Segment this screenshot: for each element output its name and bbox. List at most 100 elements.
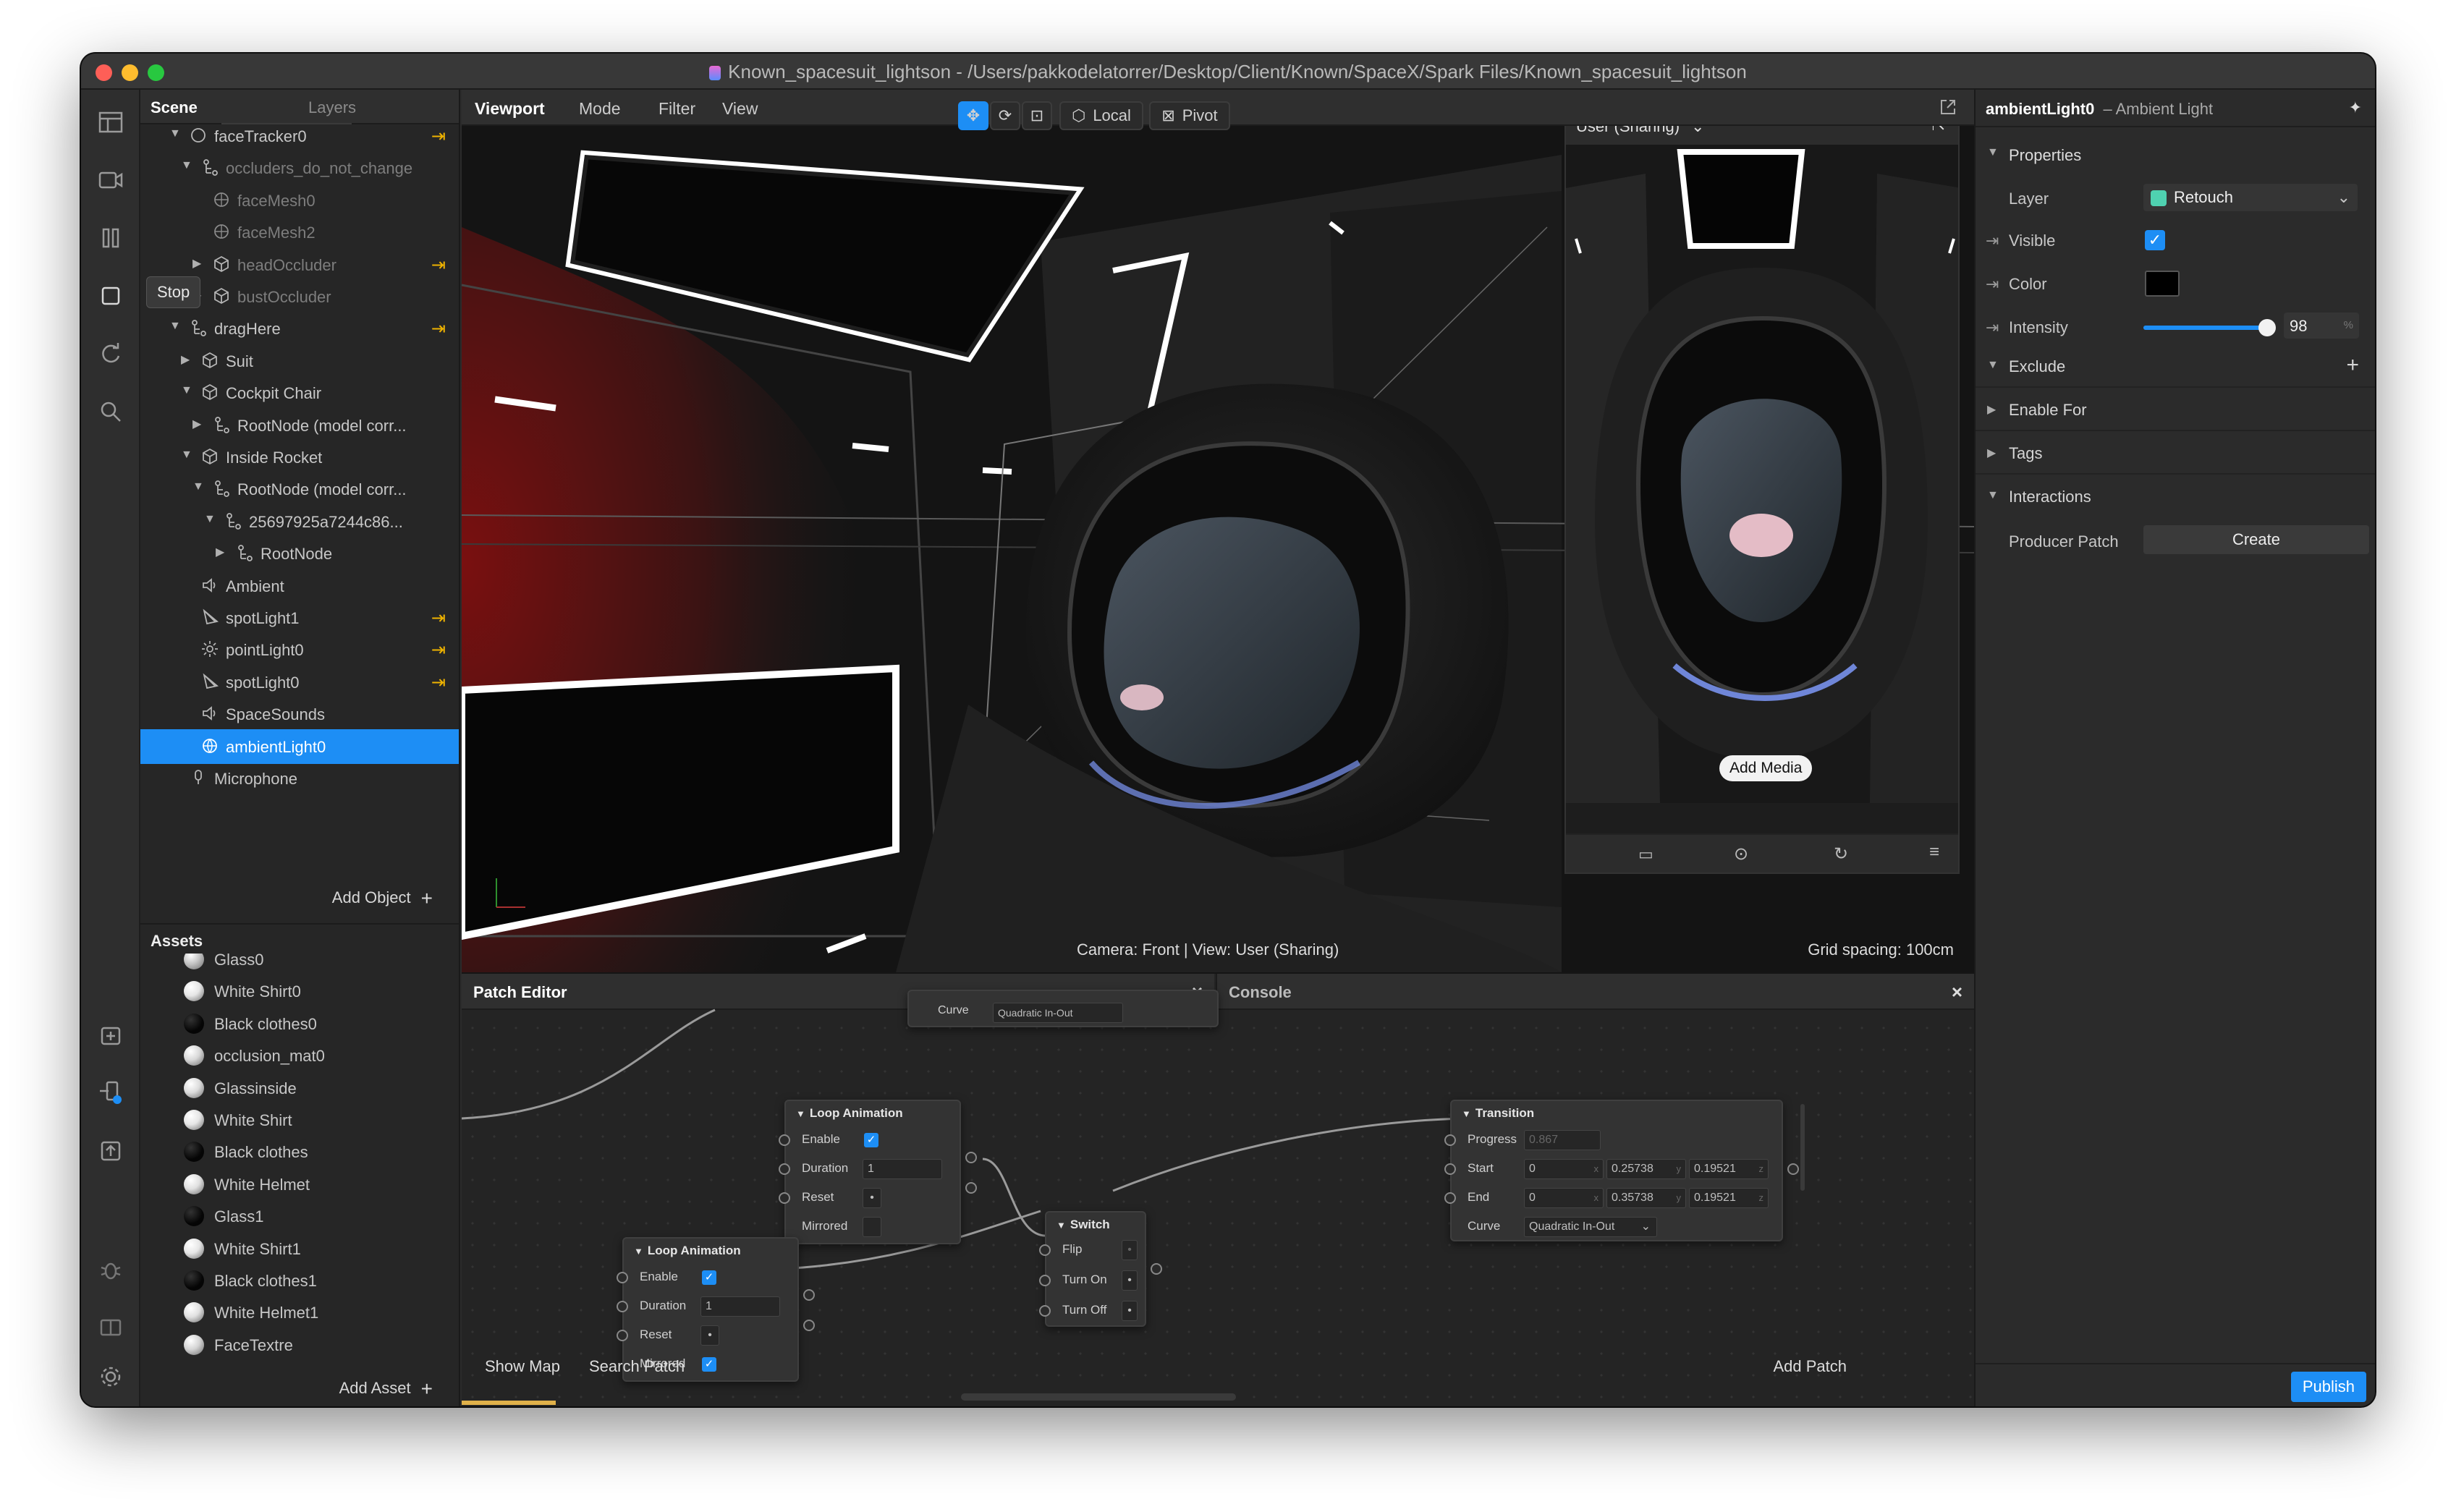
enable-checkbox[interactable]: ✓ xyxy=(864,1133,878,1147)
pop-out-icon[interactable] xyxy=(1939,98,1957,116)
input-port[interactable] xyxy=(1444,1163,1456,1175)
intensity-slider[interactable] xyxy=(2143,319,2276,336)
asset-item[interactable]: Black clothes xyxy=(140,1134,459,1169)
collapse-arrow-icon[interactable]: ▼ xyxy=(634,1246,643,1257)
scene-tree-item[interactable]: Ambient xyxy=(140,569,459,603)
search-icon[interactable] xyxy=(96,396,126,427)
keyframe-arrow-icon[interactable]: ⇥ xyxy=(1986,275,1999,294)
video-icon[interactable]: ▭ xyxy=(1638,845,1653,864)
viewport-layout-icon[interactable] xyxy=(96,107,126,137)
start-z-input[interactable]: 0.19521 z xyxy=(1689,1159,1769,1179)
collapse-arrow-icon[interactable]: ▼ xyxy=(1462,1108,1471,1119)
menu-icon[interactable]: ≡ xyxy=(1929,842,1939,862)
scene-tree-item[interactable]: ▼ Cockpit Chair xyxy=(140,375,459,410)
asset-item[interactable]: occlusion_mat0 xyxy=(140,1038,459,1073)
add-object-button[interactable]: Add Object + xyxy=(332,887,433,910)
patch-node-partial[interactable]: Curve Quadratic In-Out xyxy=(907,990,1219,1027)
magic-wand-icon[interactable]: ✦ xyxy=(2349,98,2362,117)
scene-tree-item[interactable]: ▼ faceTracker0 ⇥ xyxy=(140,124,459,153)
end-y-input[interactable]: 0.35738 y xyxy=(1606,1188,1686,1208)
scene-tree-item[interactable]: ▶ Suit xyxy=(140,344,459,378)
input-port[interactable] xyxy=(617,1330,628,1341)
chevron-down-icon[interactable]: ▼ xyxy=(181,384,192,397)
show-map-button[interactable]: Show Map xyxy=(485,1357,560,1376)
add-device-icon[interactable] xyxy=(96,1020,126,1050)
scene-tree-item[interactable]: ▼ RootNode (model corr... xyxy=(140,472,459,506)
input-port[interactable] xyxy=(1039,1305,1051,1317)
input-port[interactable] xyxy=(617,1272,628,1283)
reset-pulse[interactable]: • xyxy=(700,1325,719,1346)
debug-icon[interactable] xyxy=(96,1254,126,1285)
asset-item[interactable]: Black clothes0 xyxy=(140,1006,459,1041)
move-tool-icon[interactable]: ✥ xyxy=(958,101,988,130)
input-port[interactable] xyxy=(779,1134,790,1146)
chevron-right-icon[interactable]: ▶ xyxy=(192,417,201,431)
output-port[interactable] xyxy=(1787,1163,1799,1175)
start-y-input[interactable]: 0.25738 y xyxy=(1606,1159,1686,1179)
menu-filter[interactable]: Filter xyxy=(659,99,695,119)
scene-tree-item[interactable]: ambientLight0 xyxy=(140,729,459,764)
stop-icon[interactable] xyxy=(96,281,126,311)
viewport[interactable]: Viewport Mode Filter View ✥ ⟳ ⊡ ⬡ Local … xyxy=(462,90,1974,972)
restart-icon[interactable] xyxy=(96,339,126,369)
patch-link-icon[interactable]: ⇥ xyxy=(431,126,446,147)
menu-mode[interactable]: Mode xyxy=(579,99,621,119)
pivot-toggle[interactable]: ⊠ Pivot xyxy=(1149,101,1230,130)
keyframe-arrow-icon[interactable]: ⇥ xyxy=(1986,318,1999,337)
scene-tree-item[interactable]: spotLight0 ⇥ xyxy=(140,665,459,700)
test-icon[interactable] xyxy=(96,1312,126,1343)
tab-scene[interactable]: Scene xyxy=(151,98,198,117)
turn-off-pulse[interactable]: • xyxy=(1122,1301,1138,1321)
input-port[interactable] xyxy=(617,1301,628,1312)
menu-view[interactable]: View xyxy=(722,99,758,119)
chevron-right-icon[interactable]: ▶ xyxy=(216,545,224,559)
chevron-down-icon[interactable]: ▼ xyxy=(181,449,192,462)
input-port[interactable] xyxy=(1039,1244,1051,1256)
exclude-section[interactable]: ▼ Exclude + xyxy=(1976,344,2375,388)
curve-select[interactable]: Quadratic In-Out ⌄ xyxy=(1524,1217,1657,1237)
scene-tree-item[interactable]: ▶ RootNode (model corr... xyxy=(140,408,459,443)
visible-checkbox[interactable]: ✓ xyxy=(2145,230,2165,250)
patch-link-icon[interactable]: ⇥ xyxy=(431,255,446,276)
add-asset-button[interactable]: Add Asset + xyxy=(339,1377,433,1401)
asset-item[interactable]: Glass0 xyxy=(140,954,459,977)
scene-tree-item[interactable]: ▶ RootNode xyxy=(140,536,459,571)
camera-icon[interactable]: ⊙ xyxy=(1734,844,1748,865)
local-toggle[interactable]: ⬡ Local xyxy=(1059,101,1143,130)
scene-tree-item[interactable]: SpaceSounds xyxy=(140,697,459,731)
interactions-section[interactable]: ▼ Interactions xyxy=(1976,475,2375,518)
start-x-input[interactable]: 0x xyxy=(1524,1159,1604,1179)
asset-item[interactable]: White Shirt0 xyxy=(140,974,459,1008)
scene-tree-item[interactable]: ▼ Inside Rocket xyxy=(140,440,459,475)
loop-animation-node[interactable]: ▼ Loop Animation Enable ✓ Duration 1 Rese… xyxy=(779,1100,977,1244)
plus-icon[interactable]: + xyxy=(2346,353,2359,378)
scene-tree-item[interactable]: spotLight1 ⇥ xyxy=(140,600,459,635)
chevron-right-icon[interactable]: ▶ xyxy=(181,352,190,367)
scene-tree-item[interactable]: pointLight0 ⇥ xyxy=(140,632,459,667)
scene-tree-item[interactable]: Microphone xyxy=(140,761,459,796)
scene-tree-item[interactable]: ▼ 25697925a7244c86... xyxy=(140,504,459,539)
scale-tool-icon[interactable]: ⊡ xyxy=(1022,101,1052,130)
output-port[interactable] xyxy=(1151,1263,1162,1275)
collapse-arrow-icon[interactable]: ▼ xyxy=(796,1108,805,1119)
chevron-down-icon[interactable]: ▼ xyxy=(169,127,181,140)
search-patch-button[interactable]: Search Patch xyxy=(589,1357,685,1376)
end-x-input[interactable]: 0x xyxy=(1524,1188,1604,1208)
asset-item[interactable]: Black clothes1 xyxy=(140,1263,459,1298)
end-z-input[interactable]: 0.19521 z xyxy=(1689,1188,1769,1208)
input-port[interactable] xyxy=(1039,1275,1051,1286)
switch-node[interactable]: ▼ Switch Flip • Turn On • Turn Off • xyxy=(1039,1211,1162,1327)
keyframe-arrow-icon[interactable]: ⇥ xyxy=(1986,232,1999,250)
scene-tree-item[interactable]: faceMesh2 xyxy=(140,215,459,250)
asset-item[interactable]: Glass1 xyxy=(140,1199,459,1233)
asset-item[interactable]: White Helmet1 xyxy=(140,1295,459,1330)
scene-tree-item[interactable]: ▼ dragHere ⇥ xyxy=(140,311,459,346)
tab-viewport[interactable]: Viewport xyxy=(475,99,545,119)
asset-item[interactable]: White Shirt1 xyxy=(140,1231,459,1266)
rotate-tool-icon[interactable]: ⟳ xyxy=(990,101,1020,130)
intensity-input[interactable]: 98 % xyxy=(2284,313,2359,339)
output-port[interactable] xyxy=(803,1289,815,1301)
tags-section[interactable]: ▶ Tags xyxy=(1976,431,2375,475)
chevron-down-icon[interactable]: ▼ xyxy=(204,513,216,526)
publish-button[interactable]: Publish xyxy=(2290,1372,2366,1402)
